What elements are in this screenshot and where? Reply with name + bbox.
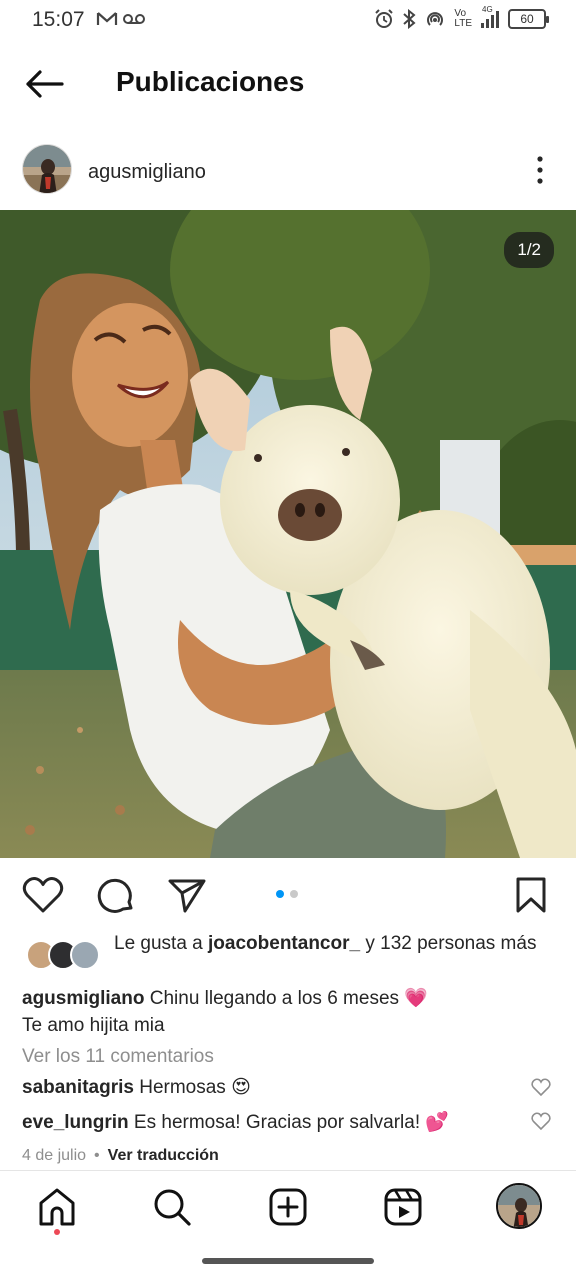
heart-outline-icon (531, 1112, 551, 1131)
top-header: Publicaciones (0, 48, 576, 118)
page-title: Publicaciones (116, 66, 305, 97)
comment-item: eve_lungrin Es hermosa! Gracias por salv… (22, 1110, 552, 1134)
liker-avatars (26, 940, 106, 970)
status-bar: 15:07 Vo LTE 4G 60 (0, 0, 576, 40)
heart-outline-icon (531, 1078, 551, 1097)
caption-username[interactable]: agusmigliano (22, 988, 144, 1009)
post-meta: 4 de julio • Ver traducción (22, 1147, 219, 1165)
arrow-left-icon (26, 70, 64, 98)
author-username[interactable]: agusmigliano (88, 161, 206, 184)
comment-username[interactable]: sabanitagris (22, 1077, 134, 1098)
home-icon (39, 1188, 75, 1226)
like-button[interactable] (20, 872, 66, 918)
comment-like-button[interactable] (530, 1110, 552, 1132)
battery-level: 60 (520, 12, 534, 26)
signal-icon (481, 11, 499, 28)
voicemail-icon (123, 14, 145, 24)
likes-text[interactable]: Le gusta a joacobentancor_ y 132 persona… (114, 932, 554, 956)
status-time: 15:07 (32, 8, 85, 31)
view-comments-link[interactable]: Ver los 11 comentarios (22, 1046, 214, 1068)
home-notification-dot (54, 1229, 60, 1235)
comment-text: Es hermosa! Gracias por salvarla! 💕 (128, 1112, 450, 1133)
search-icon (154, 1189, 191, 1226)
battery-indicator: 60 (508, 9, 549, 29)
save-button[interactable] (508, 872, 554, 918)
liker-username[interactable]: joacobentancor_ (208, 933, 360, 954)
nav-create[interactable] (266, 1185, 310, 1229)
comment-like-button[interactable] (530, 1076, 552, 1098)
likes-summary: Le gusta a joacobentancor_ y 132 persona… (0, 930, 576, 982)
post-date: 4 de julio (22, 1147, 87, 1164)
lte-label: LTE (454, 18, 472, 29)
alarm-icon (375, 9, 394, 28)
post-actions (0, 868, 576, 920)
post-header: agusmigliano (0, 140, 576, 202)
caption-text: Chinu llegando a los 6 meses 💗 (144, 988, 428, 1009)
status-notification-icons (96, 10, 146, 28)
translate-link[interactable]: Ver traducción (108, 1147, 219, 1165)
carousel-dot-active (276, 890, 284, 898)
share-button[interactable] (164, 872, 210, 918)
author-avatar[interactable] (22, 144, 72, 194)
carousel-indicator (276, 890, 298, 898)
post-caption: agusmigliano Chinu llegando a los 6 mese… (22, 985, 552, 1039)
send-icon (168, 879, 206, 913)
comment-item: sabanitagris Hermosas 😍 (22, 1076, 552, 1099)
caption-text-line2: Te amo hijita mia (22, 1015, 165, 1036)
liker-avatar[interactable] (70, 940, 100, 970)
carousel-dot (290, 890, 298, 898)
status-system-icons: Vo LTE 4G 60 (374, 5, 549, 30)
back-button[interactable] (22, 64, 66, 104)
plus-square-icon (269, 1188, 307, 1226)
nav-reels[interactable] (381, 1185, 425, 1229)
system-home-indicator[interactable] (202, 1258, 374, 1264)
comment-button[interactable] (93, 872, 139, 918)
signal-group: 4G (480, 5, 500, 30)
hotspot-icon (427, 12, 444, 26)
post-image-illustration (0, 210, 576, 858)
bluetooth-icon (403, 9, 416, 29)
likes-prefix: Le gusta a (114, 933, 209, 954)
comment-text: Hermosas 😍 (133, 1077, 251, 1098)
reels-icon (384, 1188, 422, 1226)
post-image[interactable]: 1/2 (0, 210, 576, 858)
nav-home[interactable] (35, 1185, 79, 1229)
meta-separator: • (94, 1147, 100, 1164)
image-counter: 1/2 (504, 232, 554, 268)
comment-icon (97, 878, 133, 913)
comment-username[interactable]: eve_lungrin (22, 1112, 129, 1133)
nav-search[interactable] (150, 1185, 194, 1229)
gmail-icon (96, 12, 118, 25)
heart-icon (22, 877, 64, 913)
more-vertical-icon (537, 156, 543, 184)
bookmark-icon (516, 877, 546, 913)
volte-indicator: Vo LTE (454, 9, 472, 29)
nav-profile-avatar[interactable] (496, 1183, 542, 1229)
likes-count[interactable]: y 132 personas más (360, 933, 536, 954)
bottom-navigation (0, 1170, 576, 1250)
more-options-button[interactable] (524, 152, 556, 188)
